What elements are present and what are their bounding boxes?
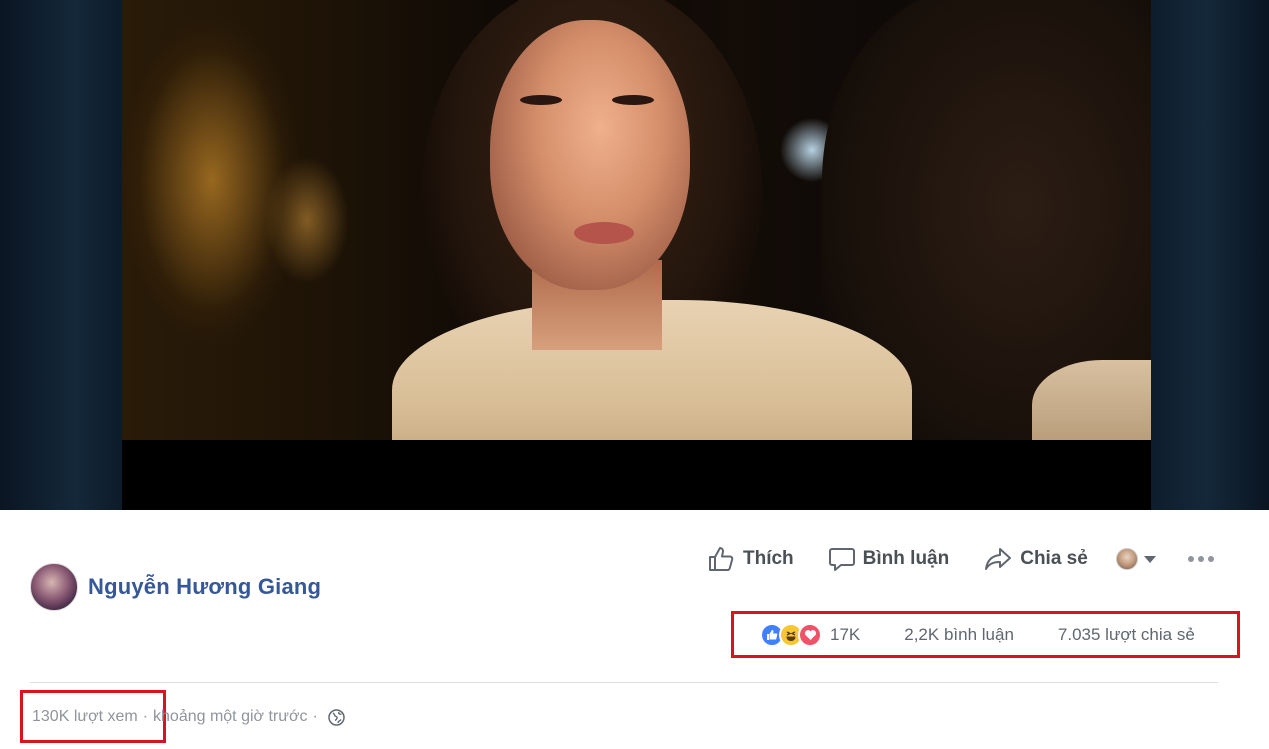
meta-separator: · — [142, 708, 149, 725]
author-name-link[interactable]: Nguyễn Hương Giang — [88, 574, 321, 600]
thumbs-up-icon — [709, 547, 734, 571]
engagement-stats-highlight: 17K 2,2K bình luận 7.035 lượt chia sẻ — [731, 611, 1240, 658]
post-meta: 130K lượt xem · khoảng một giờ trước · — [32, 708, 345, 726]
comment-count[interactable]: 2,2K bình luận — [904, 625, 1014, 645]
author-avatar[interactable] — [30, 563, 78, 611]
reaction-icons[interactable] — [760, 622, 822, 647]
love-icon — [798, 622, 822, 647]
more-dot-icon — [1197, 556, 1204, 562]
video-still-image — [122, 0, 1151, 440]
post-as-selector[interactable] — [1115, 548, 1156, 570]
current-user-avatar — [1115, 548, 1138, 570]
like-button[interactable]: Thích — [706, 544, 794, 574]
video-subject-eye — [520, 95, 562, 105]
comment-label: Bình luận — [862, 548, 950, 569]
video-letterbox — [122, 440, 1151, 510]
video-subject-lips — [574, 222, 634, 244]
like-label: Thích — [743, 548, 794, 569]
share-label: Chia sẻ — [1020, 548, 1088, 569]
more-dot-icon — [1187, 556, 1194, 562]
comment-bubble-icon — [828, 548, 855, 571]
meta-separator: · — [312, 708, 318, 725]
video-subject-face — [490, 20, 690, 290]
share-arrow-icon — [985, 548, 1012, 570]
more-options-button[interactable] — [1187, 556, 1214, 562]
share-count[interactable]: 7.035 lượt chia sẻ — [1058, 625, 1195, 645]
post-author: Nguyễn Hương Giang — [30, 562, 321, 612]
post-timestamp[interactable]: khoảng một giờ trước — [153, 708, 307, 726]
more-dot-icon — [1207, 556, 1214, 562]
reaction-count[interactable]: 17K — [830, 625, 860, 645]
view-count: 130K lượt xem — [32, 708, 138, 725]
share-button[interactable]: Chia sẻ — [983, 545, 1088, 573]
video-player[interactable] — [0, 0, 1269, 510]
comment-button[interactable]: Bình luận — [828, 545, 950, 573]
chevron-down-icon — [1143, 555, 1156, 563]
globe-icon[interactable] — [328, 708, 345, 726]
video-subject-eye — [612, 95, 654, 105]
video-frame[interactable] — [122, 0, 1151, 510]
divider — [30, 682, 1218, 683]
post-action-bar: Thích Bình luận Chia sẻ — [706, 540, 1214, 578]
